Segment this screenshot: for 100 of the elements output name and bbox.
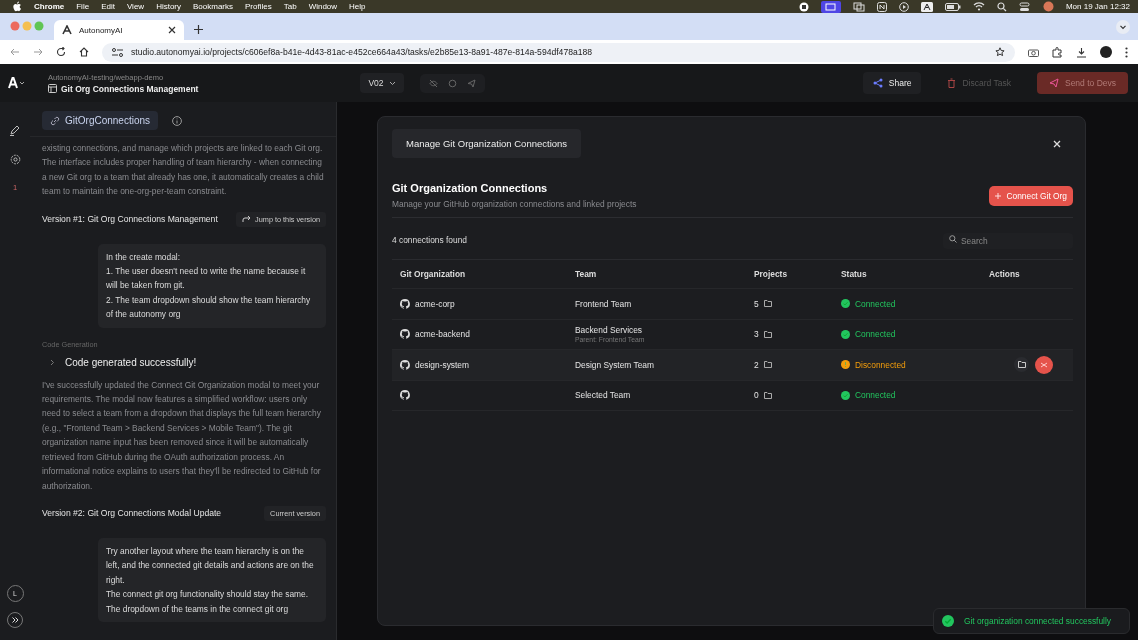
team-name: Frontend Team — [575, 298, 632, 309]
back-icon[interactable] — [10, 47, 20, 57]
new-tab-icon[interactable] — [194, 25, 203, 34]
browser-tab[interactable]: AutonomyAI — [54, 20, 184, 40]
caret-icon — [388, 80, 396, 86]
column-header: Projects — [753, 268, 789, 281]
info-icon[interactable] — [172, 115, 183, 126]
trash-icon — [947, 78, 957, 88]
status-text: Disconnected — [855, 359, 906, 370]
folder-icon — [763, 330, 772, 338]
team-name: Backend Services — [575, 325, 643, 336]
menu-item[interactable]: View — [126, 2, 145, 11]
avatar-icon[interactable] — [1042, 1, 1054, 12]
folder-icon — [763, 391, 772, 399]
play-icon[interactable] — [898, 1, 909, 12]
menu-item[interactable]: Window — [308, 2, 338, 11]
screen-share-icon[interactable] — [820, 0, 841, 13]
send-icon[interactable] — [466, 78, 476, 88]
folder-icon — [1017, 361, 1026, 369]
app-logo-icon[interactable] — [8, 77, 26, 89]
modal-tab[interactable]: Manage Git Organization Connections — [392, 129, 582, 158]
menu-item[interactable]: Help — [349, 2, 366, 11]
message-text: The connect git org functionality should stay the same. — [106, 588, 310, 602]
forward-icon[interactable] — [33, 47, 43, 57]
project-count: 5 — [754, 298, 759, 309]
chevron-icon[interactable] — [50, 358, 55, 366]
eye-off-icon[interactable] — [428, 78, 438, 88]
search-icon[interactable] — [996, 1, 1007, 12]
column-header: Git Organization — [399, 268, 467, 281]
manage-projects-button[interactable] — [1014, 357, 1029, 373]
toast-message: Git organization connected successfully — [963, 616, 1111, 626]
reload-icon[interactable] — [56, 47, 66, 57]
windows-icon[interactable] — [852, 1, 865, 12]
project-count: 0 — [754, 390, 759, 401]
org-name: acme-corp — [415, 298, 455, 309]
version-title: Version #1: Git Org Connections Management — [42, 214, 218, 225]
camera-icon[interactable] — [1028, 47, 1039, 57]
column-header: Team — [574, 268, 598, 281]
home-icon[interactable] — [79, 47, 89, 57]
component-chip[interactable]: GitOrgConnections — [42, 111, 159, 130]
battery-icon[interactable] — [944, 2, 961, 11]
disconnect-button[interactable] — [1035, 355, 1053, 374]
close-icon[interactable] — [168, 26, 176, 34]
site-settings-icon[interactable] — [112, 47, 123, 57]
more-icon[interactable] — [1125, 46, 1128, 58]
pencil-icon[interactable] — [9, 124, 21, 136]
profile-avatar-icon[interactable] — [1100, 46, 1112, 58]
site-logo-icon — [62, 25, 72, 35]
address-bar[interactable]: studio.autonomyai.io/projects/c606ef8a-b41e-4d43-81ac-e452ce664a43/tasks/e2b85e13-8a91-487e-814a-594df478a188 — [102, 42, 1015, 62]
control-center-icon[interactable] — [1018, 1, 1031, 12]
record-icon[interactable] — [798, 1, 809, 12]
expand-icon[interactable] — [7, 612, 23, 628]
menu-item[interactable]: Chrome — [34, 2, 65, 11]
unlink-icon — [1040, 361, 1048, 368]
response-text: existing connections, and manage which projects are linked to each Git org. The interface includes proper handling of team hierarchy - when connecting a new Git org to a team that already has one, it automatically creates a child team to maintain the one-org-per-team constraint. — [42, 142, 325, 199]
team-name: Design System Team — [575, 359, 654, 370]
connection-count: 4 connections found — [392, 234, 467, 245]
folder-icon — [763, 300, 772, 308]
github-icon — [400, 329, 410, 340]
menu-item[interactable]: History — [156, 2, 181, 11]
section-subtitle: Manage your GitHub organization connections and linked projects — [392, 199, 637, 209]
send-icon — [1048, 78, 1059, 88]
share-icon — [872, 78, 883, 88]
menu-item[interactable]: Edit — [101, 2, 115, 11]
section-title: Git Organization Connections — [392, 182, 549, 194]
star-icon[interactable] — [995, 47, 1005, 57]
download-icon[interactable] — [1076, 46, 1087, 58]
message-text: 1. The user doesn't need to write the name because it will be taken from git. — [106, 265, 307, 293]
org-name: design-system — [415, 359, 469, 370]
plus-icon — [995, 192, 1002, 199]
tab-list-icon[interactable] — [1116, 20, 1130, 34]
wifi-icon[interactable] — [972, 2, 985, 11]
project-count: 2 — [754, 359, 759, 370]
layout-icon — [48, 84, 57, 93]
arrow-icon — [242, 215, 252, 224]
table-row[interactable]: acme-corp Frontend Team 5 Connected — [392, 289, 1073, 320]
github-icon — [400, 390, 410, 401]
menu-item[interactable]: Profiles — [245, 2, 272, 11]
status-text: Connected — [855, 390, 896, 401]
table-row[interactable]: Selected Team 0 Connected — [392, 380, 1073, 411]
gear-icon[interactable] — [9, 154, 21, 165]
version-dropdown[interactable]: V02 — [360, 73, 404, 93]
status-message[interactable]: Code generated successfully! — [65, 356, 197, 368]
share-button[interactable]: Share — [862, 72, 922, 94]
project-count: 3 — [754, 329, 759, 340]
square-icon[interactable] — [876, 1, 887, 12]
team-name: Selected Team — [575, 390, 631, 401]
table-row[interactable]: design-system Design System Team 2 Disconnected — [392, 350, 1073, 381]
link-icon — [50, 115, 60, 126]
menu-item[interactable]: Bookmarks — [193, 2, 234, 11]
menu-clock[interactable]: Mon 19 Jan 12:32 — [1065, 2, 1130, 11]
check-circle-icon — [941, 615, 954, 627]
menu-item[interactable]: Tab — [283, 2, 297, 11]
task-title: Git Org Connections Management — [61, 83, 199, 94]
connect-git-org-button[interactable]: Connect Git Org — [989, 185, 1073, 206]
apple-icon[interactable] — [12, 1, 22, 12]
message-text: Try another layout where the team hierarchy is on the left, and the connected git details and actions are on the right. — [106, 544, 315, 587]
extensions-icon[interactable] — [1052, 46, 1063, 58]
menu-item[interactable]: File — [76, 2, 90, 11]
message-text: In the create modal: — [106, 250, 182, 264]
